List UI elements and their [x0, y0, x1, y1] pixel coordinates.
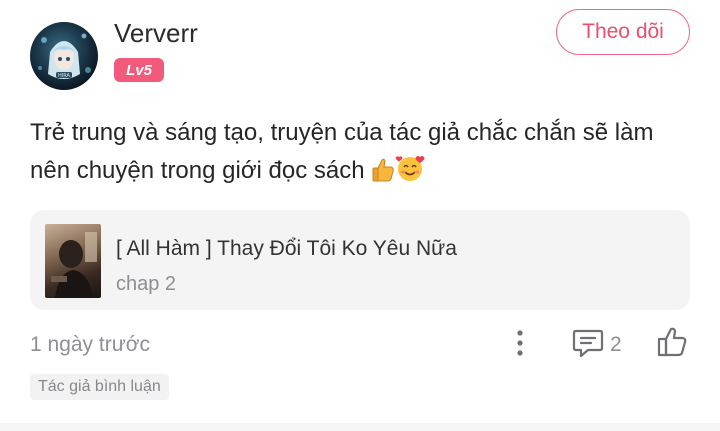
username[interactable]: Ververr — [114, 18, 198, 49]
story-title: [ All Hàm ] Thay Đổi Tôi Ko Yêu Nữa — [116, 237, 457, 260]
author-comment-tag: Tác giả bình luận — [30, 374, 169, 400]
reply-count: 2 — [610, 333, 622, 356]
reply-comment-icon[interactable] — [572, 328, 604, 358]
svg-text:HIRA: HIRA — [58, 73, 71, 79]
thumbs-up-emoji-icon — [371, 157, 395, 195]
comment-body: Trẻ trung và sáng tạo, truyện của tác gi… — [30, 114, 690, 195]
anime-girl-avatar-icon: HIRA — [38, 33, 91, 79]
level-badge: Lv5 — [114, 58, 164, 82]
more-options-icon[interactable] — [512, 329, 528, 357]
story-cover-image — [45, 224, 101, 298]
section-divider — [0, 423, 720, 431]
comment-text: Trẻ trung và sáng tạo, truyện của tác gi… — [30, 119, 654, 184]
comment-timestamp: 1 ngày trước — [30, 333, 151, 356]
story-chapter: chap 2 — [116, 273, 177, 295]
story-card[interactable]: [ All Hàm ] Thay Đổi Tôi Ko Yêu Nữa chap… — [30, 210, 690, 310]
smiling-face-with-hearts-emoji-icon — [395, 153, 427, 195]
user-avatar[interactable]: HIRA — [30, 22, 98, 90]
like-thumbs-up-icon[interactable] — [656, 326, 688, 358]
follow-button[interactable]: Theo dõi — [556, 9, 690, 55]
